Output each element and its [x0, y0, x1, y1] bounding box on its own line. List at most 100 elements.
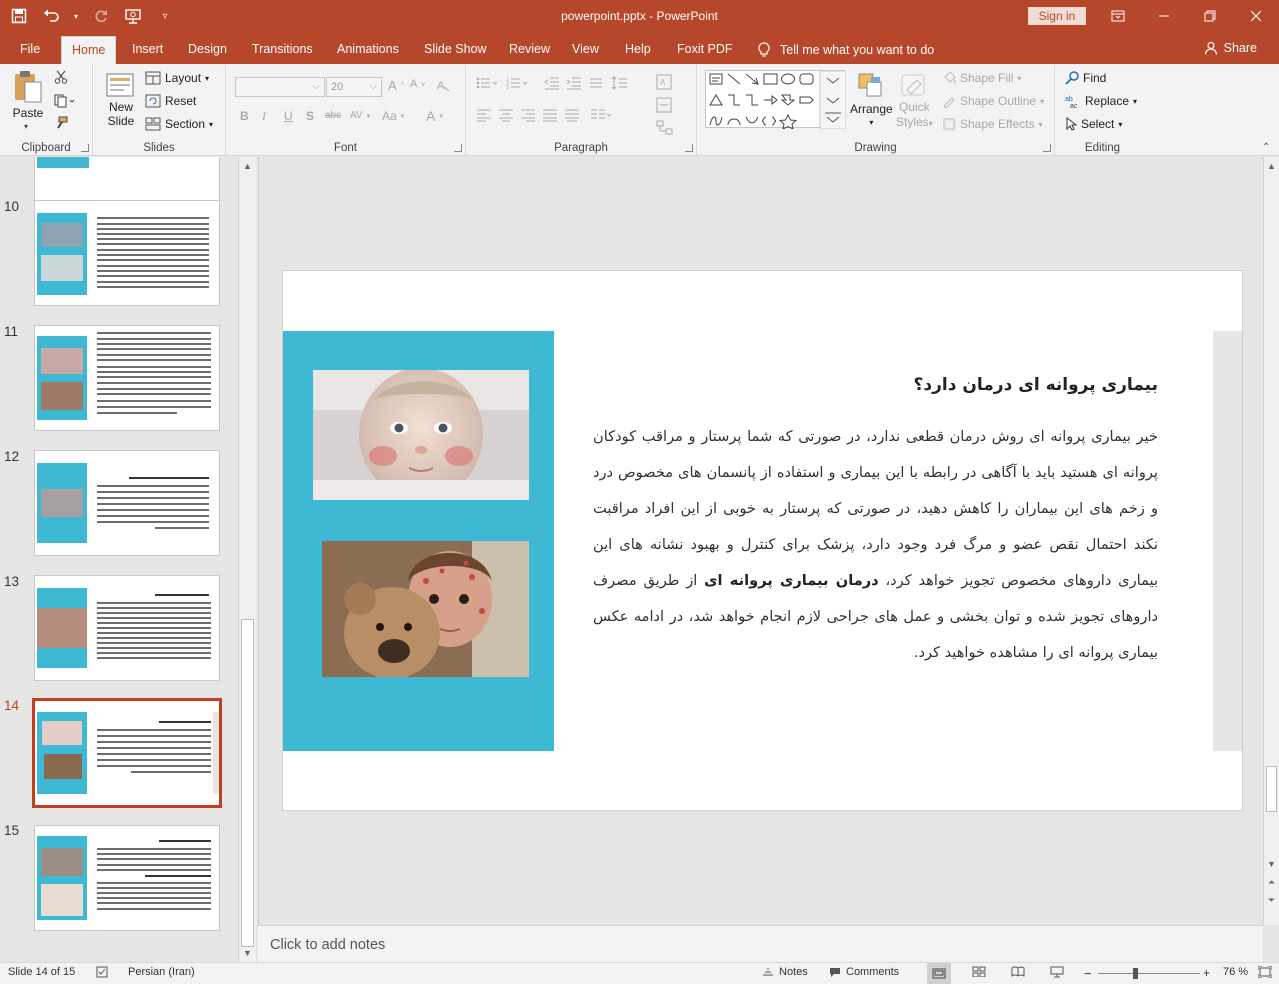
sign-in-button[interactable]: Sign in — [1028, 7, 1086, 25]
zoom-in-icon[interactable]: + — [1203, 966, 1210, 980]
align-center-icon[interactable] — [498, 108, 514, 122]
shape-outline-button[interactable]: Shape Outline ▾ — [942, 94, 1044, 108]
select-button[interactable]: Select ▾ — [1065, 117, 1122, 131]
tab-home[interactable]: Home — [61, 36, 117, 64]
paste-button[interactable]: Paste — [12, 70, 44, 120]
reading-view-icon[interactable] — [1011, 966, 1025, 977]
restore-icon[interactable] — [1190, 0, 1230, 32]
zoom-slider[interactable] — [1098, 973, 1200, 974]
tab-transitions[interactable]: Transitions — [242, 36, 323, 64]
copy-icon[interactable] — [54, 94, 76, 108]
slide-thumbnail-13[interactable] — [34, 575, 220, 681]
numbering-icon[interactable]: 123 — [506, 76, 528, 90]
undo-icon[interactable] — [40, 5, 62, 27]
zoom-slider-thumb[interactable] — [1133, 968, 1138, 979]
slide-thumbnail-14[interactable] — [32, 698, 222, 808]
paste-dropdown-icon[interactable]: ▾ — [24, 122, 28, 131]
distributed-icon[interactable] — [564, 108, 580, 122]
font-size-combo[interactable]: 20 ⌵ — [326, 77, 382, 97]
shape-fill-button[interactable]: Shape Fill ▾ — [942, 71, 1021, 85]
italic-icon[interactable]: I — [262, 109, 266, 124]
tell-me-box[interactable]: Tell me what you want to do — [748, 36, 944, 64]
tab-slide-show[interactable]: Slide Show — [414, 36, 497, 64]
close-icon[interactable] — [1236, 0, 1276, 32]
slide-scroll-up-icon[interactable]: ▲ — [1264, 159, 1279, 173]
grow-font-icon[interactable]: A ^ — [388, 78, 404, 93]
font-name-combo[interactable]: ⌵ — [235, 77, 325, 97]
collapse-ribbon-icon[interactable]: ⌃ — [1262, 142, 1270, 153]
bold-icon[interactable]: B — [240, 109, 249, 123]
tab-file[interactable]: File — [10, 36, 50, 64]
ribbon-display-options-icon[interactable] — [1098, 0, 1138, 32]
slide-thumbnail-12[interactable] — [34, 450, 220, 556]
minimize-icon[interactable] — [1144, 0, 1184, 32]
scroll-up-icon[interactable]: ▲ — [239, 159, 256, 173]
align-left-icon[interactable] — [476, 108, 492, 122]
slide-scroll-thumb[interactable] — [1266, 766, 1277, 812]
current-slide[interactable]: بیماری پروانه ای درمان دارد؟ خیر بیماری … — [282, 270, 1243, 811]
underline-icon[interactable]: U — [284, 109, 293, 123]
quick-styles-button[interactable]: Quick Styles▾ — [896, 72, 933, 131]
change-case-icon[interactable]: Aa ▾ — [382, 109, 404, 123]
line-spacing-icon[interactable] — [611, 76, 631, 90]
justify-icon[interactable] — [542, 108, 558, 122]
shape-effects-button[interactable]: Shape Effects ▾ — [942, 117, 1043, 131]
find-button[interactable]: Find — [1065, 71, 1106, 85]
slide-photo-child-teddy[interactable] — [322, 541, 529, 677]
strikethrough-icon[interactable]: abc — [325, 110, 341, 121]
scroll-down-icon[interactable]: ▼ — [239, 946, 256, 960]
spelling-icon[interactable] — [96, 966, 110, 978]
zoom-out-icon[interactable]: − — [1084, 966, 1092, 981]
increase-indent-icon[interactable] — [566, 76, 582, 90]
align-text-icon[interactable] — [656, 97, 674, 113]
layout-button[interactable]: Layout ▾ — [145, 71, 209, 85]
shrink-font-icon[interactable]: Av — [410, 78, 425, 90]
fit-slide-icon[interactable] — [1258, 966, 1272, 978]
slide-title[interactable]: بیماری پروانه ای درمان دارد؟ — [583, 375, 1158, 395]
character-spacing-icon[interactable]: AV ▾ — [350, 110, 370, 121]
language-indicator[interactable]: Persian (Iran) — [128, 966, 195, 978]
font-launcher-icon[interactable] — [454, 144, 462, 152]
thumbnail-scroll-thumb[interactable] — [241, 619, 254, 947]
slide-thumbnail-11[interactable] — [34, 325, 220, 431]
slide-sorter-icon[interactable] — [972, 966, 986, 977]
clear-formatting-icon[interactable]: A — [436, 78, 450, 92]
paragraph-launcher-icon[interactable] — [685, 144, 693, 152]
drawing-launcher-icon[interactable] — [1043, 144, 1051, 152]
clipboard-launcher-icon[interactable] — [81, 144, 89, 152]
slide-scrollbar[interactable]: ▲ ▼ ⏶ ⏷ — [1263, 157, 1279, 925]
replace-button[interactable]: ab ac Replace ▾ — [1065, 94, 1137, 108]
tab-foxit-pdf[interactable]: Foxit PDF — [667, 36, 743, 64]
comments-toggle[interactable]: Comments — [829, 966, 899, 978]
tab-help[interactable]: Help — [615, 36, 661, 64]
undo-dropdown-icon[interactable]: ▾ — [72, 5, 80, 27]
font-color-icon[interactable]: A ▾ — [426, 108, 443, 124]
previous-slide-icon[interactable]: ⏶ — [1264, 875, 1279, 889]
tab-review[interactable]: Review — [499, 36, 560, 64]
smartart-icon[interactable] — [656, 120, 674, 136]
shadow-icon[interactable]: S — [306, 109, 314, 123]
tab-design[interactable]: Design — [178, 36, 237, 64]
slideshow-view-icon[interactable] — [1050, 966, 1064, 978]
share-button[interactable]: Share — [1204, 41, 1257, 55]
tab-view[interactable]: View — [562, 36, 609, 64]
zoom-level[interactable]: 76 % — [1223, 966, 1248, 978]
start-from-beginning-icon[interactable] — [122, 5, 144, 27]
slide-thumbnail-10[interactable] — [34, 200, 220, 306]
notes-pane[interactable]: Click to add notes — [258, 925, 1263, 962]
cut-icon[interactable] — [54, 70, 68, 84]
slide-scroll-down-icon[interactable]: ▼ — [1264, 857, 1279, 871]
rtl-icon[interactable] — [588, 76, 604, 90]
tab-insert[interactable]: Insert — [122, 36, 173, 64]
bullets-icon[interactable] — [476, 76, 498, 90]
slide-body-text[interactable]: خیر بیماری پروانه ای روش درمان قطعی ندار… — [593, 419, 1158, 671]
next-slide-icon[interactable]: ⏷ — [1264, 893, 1279, 907]
section-button[interactable]: Section ▾ — [145, 117, 213, 131]
arrange-button[interactable]: Arrange ▾ — [850, 72, 893, 127]
format-painter-icon[interactable] — [54, 116, 68, 130]
customize-qat-icon[interactable]: ▿ — [154, 5, 176, 27]
normal-view-icon[interactable] — [927, 963, 951, 984]
columns-icon[interactable] — [590, 108, 612, 122]
notes-toggle[interactable]: Notes — [762, 966, 808, 978]
thumbnail-scrollbar[interactable]: ▲ ▼ — [238, 157, 256, 962]
